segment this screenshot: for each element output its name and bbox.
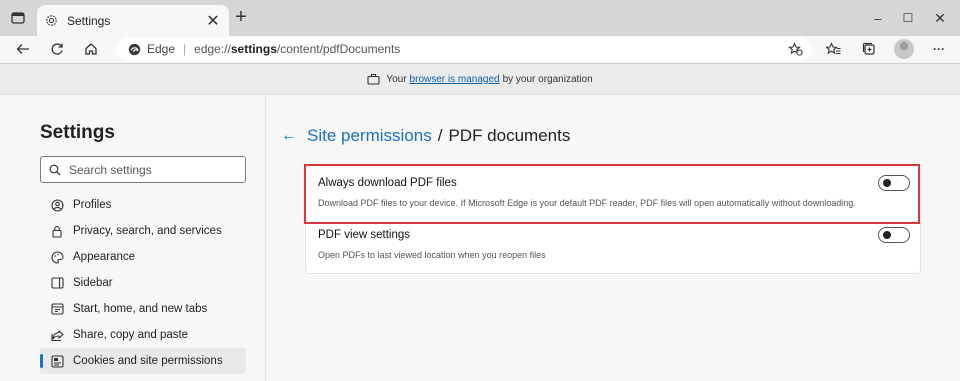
- highlight-box: [304, 164, 920, 224]
- sidebar-item-share-copy[interactable]: Share, copy and paste: [40, 322, 246, 348]
- arrow-left-icon: [16, 44, 29, 54]
- banner-suffix: by your organization: [502, 73, 593, 85]
- search-input[interactable]: [69, 162, 229, 177]
- close-window-button[interactable]: ✕: [928, 8, 952, 28]
- sidebar-item-label: Share, copy and paste: [73, 329, 189, 341]
- briefcase-icon: [367, 73, 380, 85]
- edge-logo-icon: [128, 43, 141, 55]
- profile-icon: [50, 198, 64, 212]
- sidebar-item-label: Start, home, and new tabs: [73, 303, 208, 315]
- share-icon: [50, 328, 64, 342]
- lock-icon: [50, 224, 64, 238]
- sidebar-item-label: Privacy, search, and services: [73, 225, 222, 237]
- home-button[interactable]: [80, 38, 102, 60]
- add-favorite-button[interactable]: [784, 38, 806, 60]
- tab-settings[interactable]: Settings ✕: [37, 5, 229, 36]
- tab-title: Settings: [67, 13, 111, 28]
- toggle-knob: [883, 231, 891, 239]
- url-path: /content/pdfDocuments: [276, 42, 401, 56]
- breadcrumb: ← Site permissions / PDF documents: [281, 126, 570, 146]
- gear-icon: [46, 15, 57, 26]
- tab-strip: Settings ✕ + – ☐ ✕: [0, 0, 960, 36]
- cookies-icon: [50, 354, 64, 368]
- url-protocol: edge://: [194, 42, 231, 56]
- setting-description: Open PDFs to last viewed location when y…: [318, 250, 546, 260]
- sidebar-item-label: Cookies and site permissions: [73, 355, 223, 367]
- sidebar-item-appearance[interactable]: Appearance: [40, 244, 246, 270]
- close-icon: ✕: [934, 9, 946, 26]
- favorites-icon: [825, 42, 840, 55]
- tab-actions-icon: [11, 12, 25, 24]
- sidebar-item-label: Appearance: [73, 251, 136, 263]
- sidebar-item-start-home[interactable]: Start, home, and new tabs: [40, 296, 246, 322]
- search-box[interactable]: [40, 156, 246, 183]
- back-arrow-icon[interactable]: ←: [281, 127, 297, 145]
- refresh-button[interactable]: [46, 38, 68, 60]
- sidebar-item-label: Profiles: [73, 199, 112, 211]
- search-icon: [49, 164, 61, 175]
- palette-icon: [50, 250, 64, 264]
- setting-row-pdf-view: PDF view settings Open PDFs to last view…: [306, 217, 922, 269]
- setting-label: PDF view settings: [318, 229, 411, 241]
- sidebar-title: Settings: [40, 122, 115, 143]
- start-icon: [50, 302, 64, 316]
- maximize-icon: ☐: [902, 11, 914, 25]
- collections-icon: [862, 42, 875, 55]
- address-separator: |: [183, 42, 187, 56]
- toolbar: Edge | edge://settings/content/pdfDocume…: [0, 36, 960, 62]
- minimize-button[interactable]: –: [866, 8, 890, 28]
- page-title: PDF documents: [448, 126, 571, 145]
- tab-actions-button[interactable]: [6, 7, 30, 29]
- breadcrumb-parent-link[interactable]: Site permissions: [307, 126, 432, 146]
- sidebar-item-label: Sidebar: [73, 277, 113, 289]
- settings-sidebar: Settings Profiles Privacy, search, and s…: [0, 96, 266, 381]
- star-add-icon: [787, 42, 803, 56]
- favorites-button[interactable]: [822, 38, 844, 60]
- more-button[interactable]: ···: [928, 38, 950, 60]
- pdf-view-settings-toggle[interactable]: [878, 227, 910, 243]
- collections-button[interactable]: [858, 38, 880, 60]
- url-host: settings: [230, 42, 277, 56]
- back-button[interactable]: [12, 38, 34, 60]
- site-label: Edge: [147, 42, 176, 56]
- sidebar-item-sidebar[interactable]: Sidebar: [40, 270, 246, 296]
- close-tab-button[interactable]: ✕: [205, 11, 221, 31]
- profile-avatar[interactable]: [894, 39, 914, 59]
- sidebar-item-profiles[interactable]: Profiles: [40, 192, 246, 218]
- settings-nav: Profiles Privacy, search, and services A…: [40, 192, 246, 374]
- address-bar[interactable]: Edge | edge://settings/content/pdfDocume…: [116, 37, 812, 61]
- home-icon: [85, 43, 97, 55]
- sidebar-item-cookies[interactable]: Cookies and site permissions: [40, 348, 246, 374]
- main-content: ← Site permissions / PDF documents Alway…: [267, 96, 960, 381]
- banner-prefix: Your: [386, 73, 407, 85]
- breadcrumb-separator: /: [437, 126, 443, 145]
- browser-managed-link[interactable]: browser is managed: [410, 74, 500, 85]
- sidebar-item-privacy[interactable]: Privacy, search, and services: [40, 218, 246, 244]
- sidebar-icon: [50, 276, 64, 290]
- maximize-button[interactable]: ☐: [896, 8, 920, 28]
- new-tab-button[interactable]: +: [232, 7, 250, 27]
- refresh-icon: [51, 43, 63, 55]
- managed-banner: Your browser is managed by your organiza…: [0, 63, 960, 95]
- minimize-icon: –: [874, 10, 882, 26]
